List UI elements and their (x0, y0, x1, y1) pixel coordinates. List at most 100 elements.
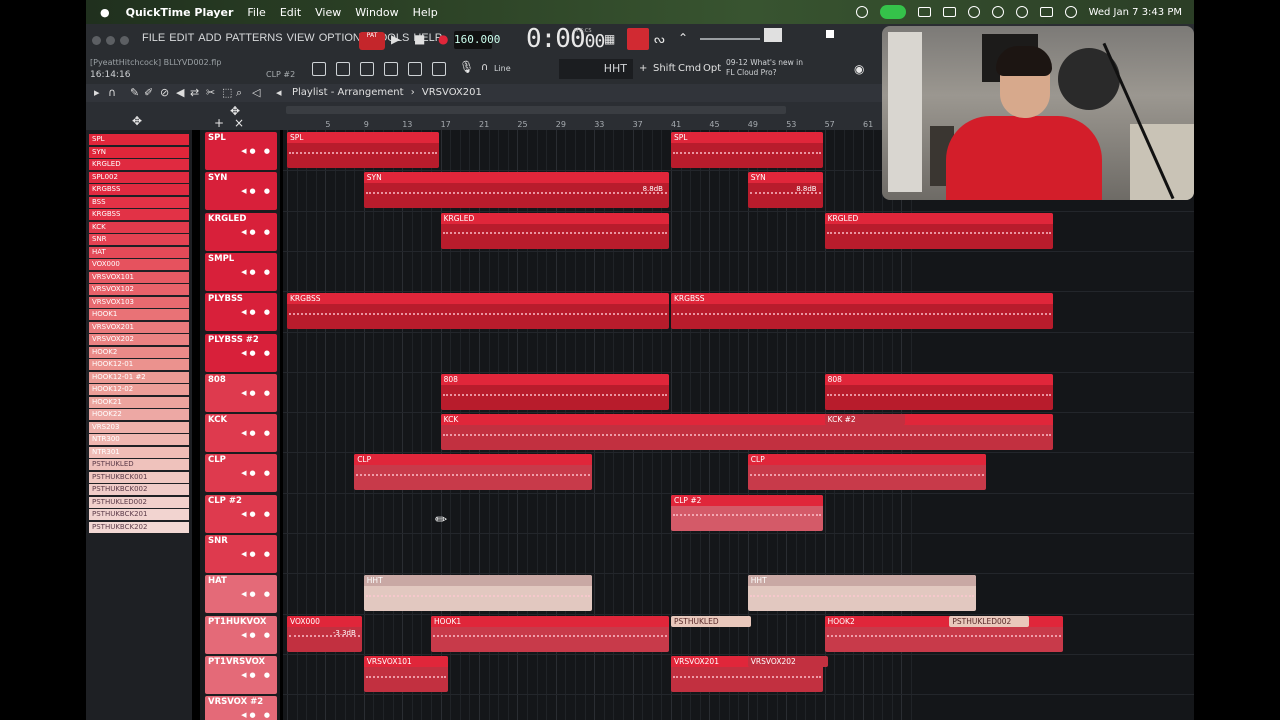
track-header[interactable]: KCK ◀● ● (205, 414, 277, 453)
playlist-icon[interactable] (336, 62, 350, 76)
track-header[interactable]: SMPL ◀● ● (205, 252, 277, 291)
pencil-tool-icon[interactable]: ✎ (130, 86, 139, 99)
track-controls[interactable]: ◀● ● (241, 268, 273, 276)
cloud-icon[interactable]: ◉ (854, 62, 864, 76)
mixer-icon[interactable] (408, 62, 422, 76)
panel-toggle[interactable] (826, 30, 834, 38)
ruler-bar-21[interactable]: 21 (479, 120, 489, 129)
picker-item[interactable]: PSTHUKBCK001 (89, 471, 189, 483)
picker-item[interactable]: VOX000 (89, 259, 189, 270)
track-controls[interactable]: ◀● ● (241, 228, 273, 236)
track-header[interactable]: PLYBSS #2 ◀● ● (205, 333, 277, 372)
typing-keyboard-icon[interactable]: ▦ (604, 32, 615, 46)
clip-hht[interactable]: HHT (363, 575, 593, 612)
track-header[interactable]: CLP ◀● ● (205, 454, 277, 493)
clip-vox000[interactable]: VOX000 -3.3dB (287, 615, 362, 652)
clip-clp[interactable]: CLP (354, 454, 593, 491)
magnet-icon[interactable]: ∩ (481, 62, 488, 73)
ruler-bar-45[interactable]: 45 (709, 120, 719, 129)
ruler-bar-17[interactable]: 17 (441, 120, 451, 129)
track-header[interactable]: PLYBSS ◀● ● (205, 293, 277, 332)
track-controls[interactable]: ◀● ● (241, 349, 273, 357)
tempo-display[interactable]: 160.000 (454, 31, 500, 49)
magnet-snap-icon[interactable]: ∩ (108, 86, 116, 99)
picker-item[interactable]: VRSVOX201 (89, 321, 189, 333)
facetime-status-icon[interactable] (879, 5, 906, 19)
picker-item[interactable]: VRSVOX202 (89, 334, 189, 345)
ruler-bar-37[interactable]: 37 (633, 120, 643, 129)
master-volume-slider[interactable] (700, 38, 760, 40)
picker-item[interactable]: VRSVOX102 (89, 284, 189, 295)
mute-tool-icon[interactable]: ◀ (176, 86, 184, 99)
clip-krgbss[interactable]: KRGBSS (671, 293, 1053, 330)
window-zoom-button[interactable] (120, 36, 129, 45)
delete-tool-icon[interactable]: ⊘ (160, 86, 169, 99)
wifi-icon[interactable] (967, 6, 980, 18)
stop-icon[interactable]: ■ (414, 32, 425, 46)
track-controls[interactable]: ◀● ● (241, 308, 273, 316)
add-track-icon[interactable]: + (214, 116, 224, 130)
slice-tool-icon[interactable]: ✂ (206, 86, 215, 99)
track-controls[interactable]: ◀● ● (241, 510, 273, 518)
ruler-bar-33[interactable]: 33 (594, 120, 604, 129)
opt-key[interactable]: Opt (703, 63, 721, 74)
menu-edit[interactable]: Edit (280, 6, 301, 19)
browser-icon[interactable] (432, 62, 446, 76)
track-header[interactable]: HAT ◀● ● (205, 575, 277, 614)
clip-clp[interactable]: CLP (747, 454, 986, 491)
picker-item[interactable]: HOOK22 (89, 409, 189, 420)
loop-record-icon[interactable]: ᔓ (654, 32, 665, 46)
track-controls[interactable]: ◀● ● (241, 631, 273, 639)
picker-item[interactable]: NTR300 (89, 434, 189, 445)
track-controls[interactable]: ◀● ● (241, 550, 273, 558)
ruler-bar-61[interactable]: 61 (863, 120, 873, 129)
picker-item[interactable]: HOOK21 (89, 396, 189, 408)
battery-icon[interactable] (942, 7, 956, 17)
picker-item[interactable]: HOOK12-02 (89, 384, 189, 395)
menu-window[interactable]: Window (355, 6, 398, 19)
ruler-bar-25[interactable]: 25 (517, 120, 527, 129)
track-controls[interactable]: ◀● ● (241, 429, 273, 437)
pattern-arrow-icon[interactable]: ◂ (276, 86, 282, 99)
siri-icon[interactable] (1064, 6, 1077, 18)
fl-menu-patterns[interactable]: PATTERNS (226, 32, 283, 44)
ruler-bar-29[interactable]: 29 (556, 120, 566, 129)
microphone-icon[interactable]: 🎙 (459, 60, 474, 74)
clock-icon[interactable] (991, 6, 1004, 18)
record-status-icon[interactable] (855, 6, 868, 18)
record-icon[interactable]: ● (438, 32, 448, 46)
clip-spl[interactable]: SPL (287, 132, 439, 168)
track-controls[interactable]: ◀● ● (241, 147, 273, 155)
track-controls[interactable]: ◀● ● (241, 187, 273, 195)
picker-item[interactable]: HOOK2 (89, 346, 189, 358)
track-header[interactable]: VRSVOX #2 ◀● ● (205, 696, 277, 720)
picker-item[interactable]: VRS203 (89, 421, 189, 433)
clip-vrsvox101[interactable]: VRSVOX101 (363, 655, 449, 692)
picker-item[interactable]: PSTHUKBCK202 (89, 521, 189, 533)
horizontal-scrollbar[interactable] (286, 106, 786, 114)
play-icon[interactable]: ▶ (391, 32, 400, 46)
track-header[interactable]: PT1VRSVOX ◀● ● (205, 655, 277, 694)
search-icon[interactable] (1015, 6, 1028, 18)
clip-kck[interactable]: KCK (440, 414, 1053, 451)
picker-toggle-icon[interactable]: ✥ (132, 114, 142, 128)
clip-syn[interactable]: SYN 8.8dB (363, 172, 669, 209)
track-header[interactable]: PT1HUKVOX ◀● ● (205, 615, 277, 654)
clip-krgled[interactable]: KRGLED (824, 212, 1053, 249)
picker-item[interactable]: PSTHUKLED (89, 459, 189, 470)
ruler-bar-5[interactable]: 5 (325, 120, 330, 129)
clip-spl[interactable]: SPL (671, 132, 823, 168)
piano-roll-icon[interactable] (360, 62, 374, 76)
track-controls[interactable]: ◀● ● (241, 671, 273, 679)
menu-view[interactable]: View (315, 6, 341, 19)
control-center-icon[interactable] (1039, 7, 1053, 17)
channel-rack-icon[interactable] (384, 62, 398, 76)
picker-item[interactable]: KCK (89, 221, 189, 233)
datetime[interactable]: Wed Jan 7 3:43 PM (1089, 7, 1182, 18)
clip-krgled[interactable]: KRGLED (440, 212, 669, 249)
picker-item[interactable]: HOOK1 (89, 309, 189, 320)
picker-item[interactable]: SPL (89, 134, 189, 145)
track-header[interactable]: KRGLED ◀● ● (205, 212, 277, 251)
track-header[interactable]: SPL ◀● ● (205, 132, 277, 170)
picker-item[interactable]: VRSVOX101 (89, 271, 189, 283)
